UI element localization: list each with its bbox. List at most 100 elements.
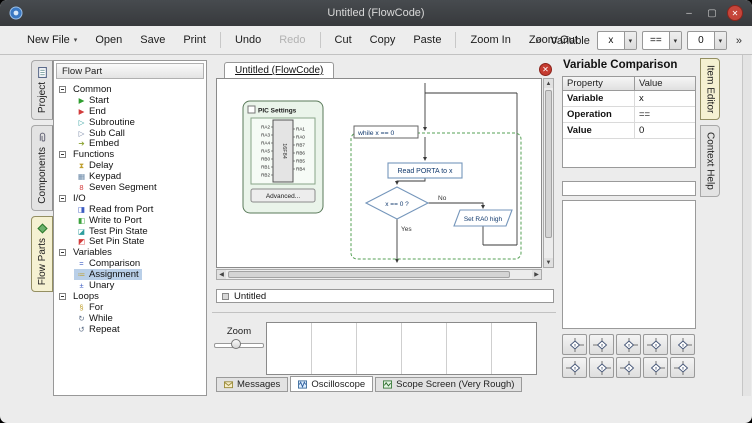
tab-item-editor[interactable]: Item Editor (700, 58, 720, 120)
property-cell[interactable]: Value (563, 123, 635, 138)
toolbar-overflow-icon[interactable]: » (533, 35, 543, 47)
tab-project[interactable]: Project (31, 60, 53, 120)
tab-scope-screen-very-rough[interactable]: Scope Screen (Very Rough) (375, 377, 522, 392)
zoom-slider[interactable] (214, 339, 264, 350)
comparison-template-2-button[interactable]: x (589, 334, 614, 355)
tree-item-end[interactable]: ▶End (59, 106, 206, 117)
property-cell[interactable]: Operation (563, 107, 635, 122)
tree-item-test-pin-state[interactable]: ◪Test Pin State (59, 226, 206, 237)
tree-section-common[interactable]: Common (59, 84, 206, 95)
tree-item-sub-call[interactable]: ▷Sub Call (59, 128, 206, 139)
toolbar-button-undo[interactable]: Undo (226, 31, 270, 49)
pic-settings-node[interactable]: PIC Settings 16F84 RA2RA3RA4RA5RB0RB1RB2… (243, 101, 323, 213)
expander-icon[interactable] (59, 249, 66, 256)
tree-section-i-o[interactable]: I/O (59, 193, 206, 204)
scroll-left-icon[interactable]: ◀ (217, 270, 226, 279)
toolbar-button-open[interactable]: Open (86, 31, 131, 49)
right-scrollbar[interactable] (742, 55, 751, 396)
while-loop-region[interactable] (351, 133, 521, 259)
flowchart-canvas[interactable]: PIC Settings 16F84 RA2RA3RA4RA5RB0RB1RB2… (216, 78, 542, 268)
combo-value[interactable]: 0▾ (687, 31, 727, 50)
combo-operation[interactable]: ==▾ (642, 31, 682, 50)
tree-item-write-to-port[interactable]: ◧Write to Port (59, 215, 206, 226)
tree-item-comparison[interactable]: =Comparison (59, 258, 206, 269)
tree-item-start[interactable]: ▶Start (59, 95, 206, 106)
tab-messages[interactable]: Messages (216, 377, 288, 392)
tree-item-seven-segment[interactable]: 8Seven Segment (59, 182, 206, 193)
value-cell[interactable]: 0 (635, 123, 695, 138)
scroll-down-icon[interactable]: ▼ (544, 258, 553, 267)
chevron-down-icon[interactable]: ▾ (714, 32, 726, 49)
toolbar-button-print[interactable]: Print (174, 31, 215, 49)
tree-item-read-from-port[interactable]: ◨Read from Port (59, 204, 206, 215)
expression-input[interactable] (562, 181, 696, 196)
tree-item-label: Test Pin State (89, 226, 148, 237)
toolbar-button-cut[interactable]: Cut (326, 31, 361, 49)
tree-item-keypad[interactable]: ▦Keypad (59, 171, 206, 182)
combo-variable[interactable]: x▾ (597, 31, 637, 50)
tree-item-subroutine[interactable]: ▷Subroutine (59, 117, 206, 128)
expander-icon[interactable] (59, 151, 66, 158)
chevron-down-icon[interactable]: ▾ (669, 32, 681, 49)
item-editor-listbox[interactable] (562, 200, 696, 329)
comparison-template-9-button[interactable]: x (643, 357, 668, 378)
expander-icon[interactable] (59, 293, 66, 300)
property-column-header[interactable]: Property (563, 77, 635, 91)
tree-item-assignment[interactable]: ≔Assignment (59, 269, 206, 280)
property-cell[interactable]: Variable (563, 91, 635, 106)
canvas-vscrollbar[interactable]: ▲ ▼ (543, 78, 554, 268)
toolbar-button-paste[interactable]: Paste (404, 31, 450, 49)
tree-item-unary[interactable]: ±Unary (59, 280, 206, 291)
canvas-hscrollbar[interactable]: ◀ ▶ (216, 269, 542, 280)
zoom-slider-thumb[interactable] (231, 339, 241, 349)
tree-section-loops[interactable]: Loops (59, 291, 206, 302)
tree-item-set-pin-state[interactable]: ◩Set Pin State (59, 236, 206, 247)
tab-context-help[interactable]: Context Help (700, 125, 720, 197)
tab-components[interactable]: Components (31, 125, 53, 211)
close-button[interactable]: ✕ (727, 5, 743, 21)
tree-item-while[interactable]: ↻While (59, 313, 206, 324)
tree-section-variables[interactable]: Variables (59, 247, 206, 258)
comparison-template-8-button[interactable]: x (616, 357, 641, 378)
comparison-template-3-button[interactable]: x (616, 334, 641, 355)
toolbar-button-redo[interactable]: Redo (270, 31, 314, 49)
expander-icon[interactable] (59, 195, 66, 202)
pic-settings-checkbox[interactable] (248, 106, 255, 113)
tree-section-functions[interactable]: Functions (59, 149, 206, 160)
comparison-template-5-button[interactable]: x (670, 334, 695, 355)
minimize-button[interactable]: – (681, 5, 697, 21)
tab-label: Scope Screen (Very Rough) (396, 379, 514, 390)
app-icon (9, 6, 23, 20)
value-cell[interactable]: == (635, 107, 695, 122)
flow-part-header[interactable]: Flow Part (56, 63, 204, 79)
tree-item-label: Unary (89, 280, 114, 291)
hscroll-thumb[interactable] (228, 271, 510, 278)
vscroll-thumb[interactable] (545, 90, 552, 238)
maximize-button[interactable]: ▢ (704, 5, 720, 21)
toolbar-button-zoom-in[interactable]: Zoom In (461, 31, 519, 49)
tab-flow-parts[interactable]: Flow Parts (31, 216, 53, 292)
chevron-down-icon[interactable]: ▾ (624, 32, 636, 49)
tree-item-delay[interactable]: ⧗Delay (59, 160, 206, 171)
tree-item-repeat[interactable]: ↺Repeat (59, 324, 206, 335)
toolbar-button-new-file[interactable]: New File▾ (18, 31, 86, 49)
sheet-tab-bar[interactable]: Untitled (216, 289, 554, 303)
tab-oscilloscope[interactable]: Oscilloscope (290, 376, 373, 392)
tree-item-for[interactable]: §For (59, 302, 206, 313)
value-column-header[interactable]: Value (635, 77, 695, 91)
scroll-right-icon[interactable]: ▶ (532, 270, 541, 279)
close-document-icon[interactable]: ✕ (539, 63, 552, 76)
tree-item-embed[interactable]: ➔Embed (59, 138, 206, 149)
comparison-template-4-button[interactable]: x (643, 334, 668, 355)
comparison-template-7-button[interactable]: x (589, 357, 614, 378)
panel-overflow-icon[interactable]: » (734, 35, 744, 47)
toolbar-button-save[interactable]: Save (131, 31, 174, 49)
expander-icon[interactable] (59, 86, 66, 93)
toolbar-button-copy[interactable]: Copy (361, 31, 405, 49)
document-tab[interactable]: Untitled (FlowCode) (224, 62, 334, 78)
value-cell[interactable]: x (635, 91, 695, 106)
comparison-template-1-button[interactable]: x (562, 334, 587, 355)
comparison-template-6-button[interactable]: x (562, 357, 587, 378)
comparison-template-10-button[interactable]: x (670, 357, 695, 378)
scroll-up-icon[interactable]: ▲ (544, 79, 553, 88)
